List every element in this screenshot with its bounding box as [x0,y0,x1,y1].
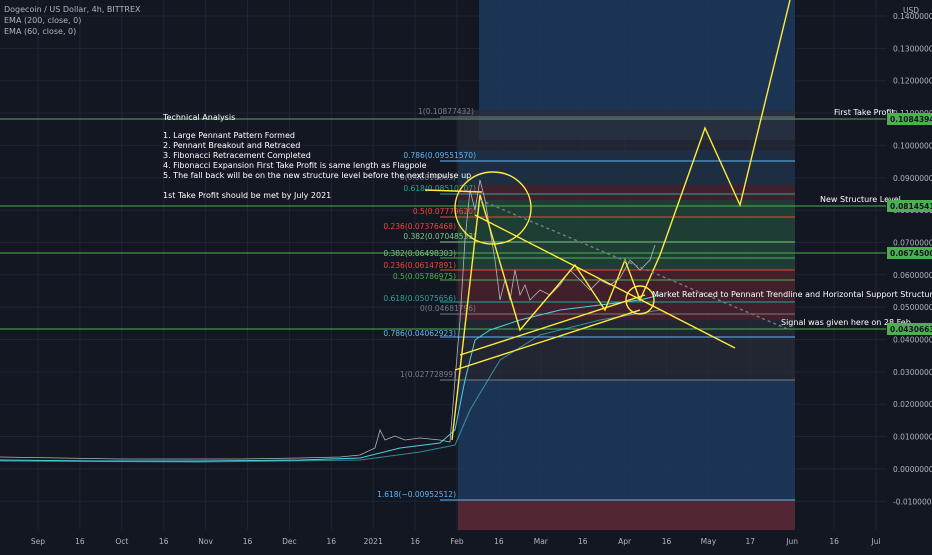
svg-text:0.10843942: 0.10843942 [890,115,932,124]
time-tick: Apr [618,537,632,546]
time-axis: Sep 16 Oct 16 Nov 16 Dec 16 2021 16 Feb 16 Mar 16 Apr 1… [31,537,881,546]
price-tick: 0.12000000 [893,77,932,86]
price-tag-take-profit: 0.10843942 [887,113,932,125]
svg-text:0.08145417: 0.08145417 [890,202,932,211]
time-tick: Jun [785,537,798,546]
time-tick: Feb [450,537,464,546]
note-line: 5. The fall back will be on the new stru… [163,171,471,180]
time-tick: 16 [662,537,672,546]
price-tick: 0.06000000 [893,271,932,280]
time-tick: 16 [75,537,85,546]
symbol-title[interactable]: Dogecoin / US Dollar, 4h, BITTREX [4,4,141,15]
note-title: Technical Analysis [162,113,235,122]
fib-stop-zone [458,500,795,530]
time-tick: Dec [282,537,297,546]
note-line: 4. Fibonacci Expansion First Take Profit… [163,161,427,170]
price-tag-signal: 0.04306638 [887,323,932,335]
price-axis: 0.140000000.130000000.120000000.11000000… [893,12,932,506]
note-line: 2. Pennant Breakout and Retraced [163,141,300,150]
price-tick: 0.05000000 [893,303,932,312]
fib-expansion-label: 0.5(0.07779620) [413,207,476,216]
time-tick: 16 [578,537,588,546]
time-tick: Mar [534,537,549,546]
price-tick: 0.02000000 [893,400,932,409]
fib-retracement-label: 0.618(0.05075656) [383,294,456,303]
time-tick: Oct [115,537,128,546]
price-tick: -0.01000000 [893,497,932,506]
time-tick: 16 [829,537,839,546]
time-tick: Jul [870,537,880,546]
price-tick: 0.03000000 [893,368,932,377]
fib-green-band [458,200,795,270]
fib-retracement-label: 0.236(0.06147891) [383,261,456,270]
time-tick: 16 [243,537,253,546]
fib-blue-band [458,150,795,185]
fib-expansion-label: 0.786(0.09551570) [403,151,476,160]
time-tick: Nov [198,537,213,546]
fib-retracement-label: 0.5(0.05786975) [393,272,456,281]
fib-expansion-label: 1(0.02772899) [400,370,456,379]
retrace-label: Market Retraced to Pennant Trendline and… [652,290,932,299]
time-tick: 16 [494,537,504,546]
price-tick: 0.07000000 [893,238,932,247]
time-tick: 16 [159,537,169,546]
chart-canvas[interactable]: 1(0.10877432)0.786(0.09551570)0.618(0.08… [0,0,932,550]
price-tick: 0.10000000 [893,141,932,150]
fib-expansion-label: 1(0.10877432) [418,107,474,116]
ema-60-label[interactable]: EMA (60, close, 0) [4,26,141,37]
price-tick: 0.09000000 [893,174,932,183]
price-tag-support: 0.06745000 [887,247,932,259]
chart-legend: Dogecoin / US Dollar, 4h, BITTREX EMA (2… [4,4,141,37]
note-line: 3. Fibonacci Retracement Completed [163,151,311,160]
price-tick: 0.00000000 [893,465,932,474]
time-tick: May [701,537,717,546]
fib-retracement-label: 0.236(0.07376468) [383,222,456,231]
time-tick: 16 [410,537,420,546]
svg-text:0.04306638: 0.04306638 [890,325,932,334]
take-profit-label: First Take Profit [834,108,895,117]
ema-200-label[interactable]: EMA (200, close, 0) [4,15,141,26]
time-tick: 17 [746,537,756,546]
time-tick: 16 [327,537,337,546]
price-tag-structure: 0.08145417 [887,200,932,212]
price-tick: 0.04000000 [893,336,932,345]
time-tick: Sep [31,537,45,546]
currency-label: USD [903,6,919,15]
fib-retracement-label: 0.786(0.04062923) [383,329,456,338]
svg-text:0.06745000: 0.06745000 [890,249,932,258]
time-tick: 2021 [364,537,383,546]
price-tick: 0.01000000 [893,433,932,442]
note-line: 1. Large Pennant Pattern Formed [163,131,295,140]
chart-area[interactable]: 1(0.10877432) 0.786(0.09551570) 0.618(0.08… [0,0,932,550]
price-tick: 0.13000000 [893,44,932,53]
note-line: 1st Take Profit should be met by July 20… [163,191,331,200]
fib-expansion-label: 1.618(−0.00952512) [377,490,456,499]
